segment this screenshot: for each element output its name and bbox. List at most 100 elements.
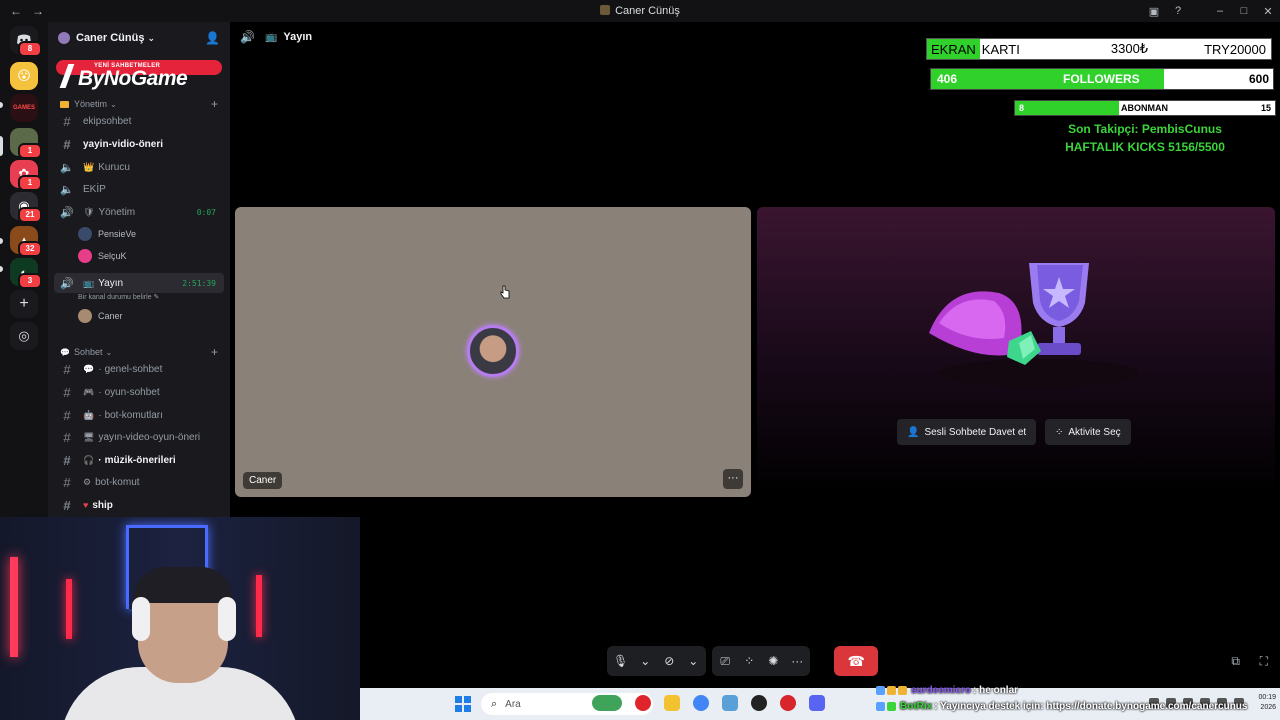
avatar [78,249,92,263]
hang-up-icon: ☎ [847,652,865,669]
chevron-down-icon[interactable]: ⌄ [638,654,652,668]
channel-muzik-onerileri[interactable]: # 🎧 · müzik-önerileri [54,450,224,470]
settings-app-icon[interactable] [722,695,738,711]
media-app-icon[interactable] [635,695,651,711]
file-explorer-icon[interactable] [664,695,680,711]
window-title: Caner Cünüş [0,5,1280,17]
text-channel-icon: # [63,384,71,400]
activity-label: Aktivite Seç [1068,426,1121,438]
chat-username: surdeemicro [911,684,972,696]
server-avatar-icon[interactable]: 1 [10,128,42,159]
channel-yayin-voice[interactable]: 🔊 📺 Yayın 2:51:39 [54,273,224,293]
category-yonetim[interactable]: Yönetim ⌄ + [48,96,230,112]
obs-icon[interactable] [751,695,767,711]
channel-yonetim-voice[interactable]: 🔊 🛡 Yönetim 0:07 [54,202,224,222]
start-tile [455,705,462,712]
participant-tile[interactable]: Caner ··· [235,207,751,497]
red-app-icon[interactable] [780,695,796,711]
discover-icon[interactable]: ◎ [10,322,38,350]
server-games-icon[interactable]: GAMES [10,94,38,122]
channel-yayin-vidio-oneri[interactable]: # yayin-vidio-öneri [54,134,224,154]
badge-icons [876,701,896,711]
forward-arrow-icon[interactable]: → [32,4,44,18]
abonman-current: 8 [1019,103,1025,113]
chat-text: : Yayıncıya destek için: https://donate.… [934,700,1248,712]
channel-ekip[interactable]: 🔈 EKİP [54,179,224,199]
unread-badge: 32 [18,241,42,257]
unread-badge: 1 [18,143,42,159]
bullet-icon: · [98,454,102,466]
unread-badge: 8 [18,41,42,57]
channel-label: bot-komut [95,476,140,488]
voice-channel-icon: 🔊 [60,277,74,290]
discord-taskbar-icon[interactable] [809,695,825,711]
voice-user-caner[interactable]: Caner [78,306,218,326]
inbox-icon[interactable]: ▣ [1142,5,1166,18]
voice-user-selcuk[interactable]: SelçuK [78,246,218,266]
close-icon[interactable]: ✕ [1256,5,1280,18]
server-bynogame-icon[interactable]: ✿ 1 [10,160,42,191]
goal-amount: 3300₺ [1110,41,1149,56]
unread-pip [0,266,3,272]
screen-share-icon[interactable]: ⎚ [718,654,732,669]
channel-status[interactable]: Bir kanal durumu belirle ✎ [78,293,159,301]
microphone-icon[interactable]: 🎙 [613,654,628,668]
disconnect-button[interactable]: ☎ [834,646,879,676]
fullscreen-icon[interactable]: ⛶ [1260,654,1268,669]
chevron-down-icon[interactable]: ⌄ [686,654,700,668]
chrome-icon[interactable] [693,695,709,711]
add-channel-icon[interactable]: + [211,345,218,359]
voice-user-pensieve[interactable]: PensieVe [78,224,218,244]
more-icon[interactable]: ··· [790,654,804,668]
text-channel-icon: # [63,497,71,513]
add-server-icon[interactable]: + [10,290,38,318]
goal-target: TRY20000 [1204,41,1266,57]
soundboard-icon[interactable]: ✺ [766,654,780,668]
choose-activity-button[interactable]: ⁘ Aktivite Seç [1045,419,1131,445]
unread-badge: 3 [18,273,42,289]
channel-oyun-sohbet[interactable]: # 🎮 · oyun-sohbet [54,382,224,402]
share-group: ⎚ ⁘ ✺ ··· [712,646,811,676]
audio-video-group: 🎙 ⌄ ⊘ ⌄ [607,646,707,676]
channel-bot-komut[interactable]: # ⚙ bot-komut [54,472,224,492]
add-channel-icon[interactable]: + [211,97,218,111]
category-sohbet[interactable]: 💬 Sohbet ⌄ + [48,344,230,360]
channel-ekipsohbet[interactable]: # ekipsohbet [54,111,224,131]
activities-icon[interactable]: ⁘ [742,654,756,668]
help-icon[interactable]: ? [1166,5,1190,17]
voice-stage: 🔊 📺 Yayın EKRAN KARTI 3300₺ TRY20000 406… [230,22,1280,720]
widget-icon[interactable] [592,695,622,711]
more-options-button[interactable]: ··· [723,469,743,489]
channel-genel-sohbet[interactable]: # 💬 · genel-sohbet [54,359,224,379]
maximize-icon[interactable]: □ [1232,5,1256,17]
minimize-icon[interactable]: – [1208,5,1232,17]
discord-home-icon[interactable]: 8 [10,26,42,57]
channel-bot-komutlari[interactable]: # 🤖 · bot-komutları [54,405,224,425]
user-name: PensieVe [98,229,137,239]
start-tile [455,696,462,703]
server-community-icon[interactable]: ◉ 21 [10,192,42,223]
channel-ship[interactable]: # ♥ ship [54,495,224,515]
windows-start-icon[interactable] [455,696,471,712]
add-member-icon[interactable]: 👤 [205,31,220,45]
abonman-label: ABONMAN [1121,103,1168,113]
followers-label: FOLLOWERS [1063,72,1140,86]
camera-off-icon[interactable]: ⊘ [662,654,676,668]
channel-kurucu[interactable]: 🔈 👑 Kurucu [54,157,224,177]
channel-yayin-video-oyun-oneri[interactable]: # 🖥 yayın-video-oyun-öneri [54,427,224,447]
back-arrow-icon[interactable]: ← [10,4,22,18]
speech-bubble-icon: 💬 [83,363,95,374]
server-green-icon[interactable]: ◐ 3 [10,258,42,289]
server-badge-icon [58,32,70,44]
channel-label: Yayın [98,277,124,289]
invite-to-voice-button[interactable]: 👤 Sesli Sohbete Davet et [897,419,1037,445]
selected-server-pip [0,136,3,156]
server-icon [600,5,611,15]
server-emoji-icon[interactable]: 😮 [10,62,38,90]
chevron-down-icon: ⌄ [105,347,113,357]
popout-icon[interactable]: ⧉ [1231,654,1240,669]
server-header[interactable]: Caner Cünüş ⌄ 👤 [48,22,230,54]
channel-label: Kurucu [98,161,130,173]
server-fire-icon[interactable]: ▲ 32 [10,226,42,257]
webcam-overlay [0,517,360,720]
